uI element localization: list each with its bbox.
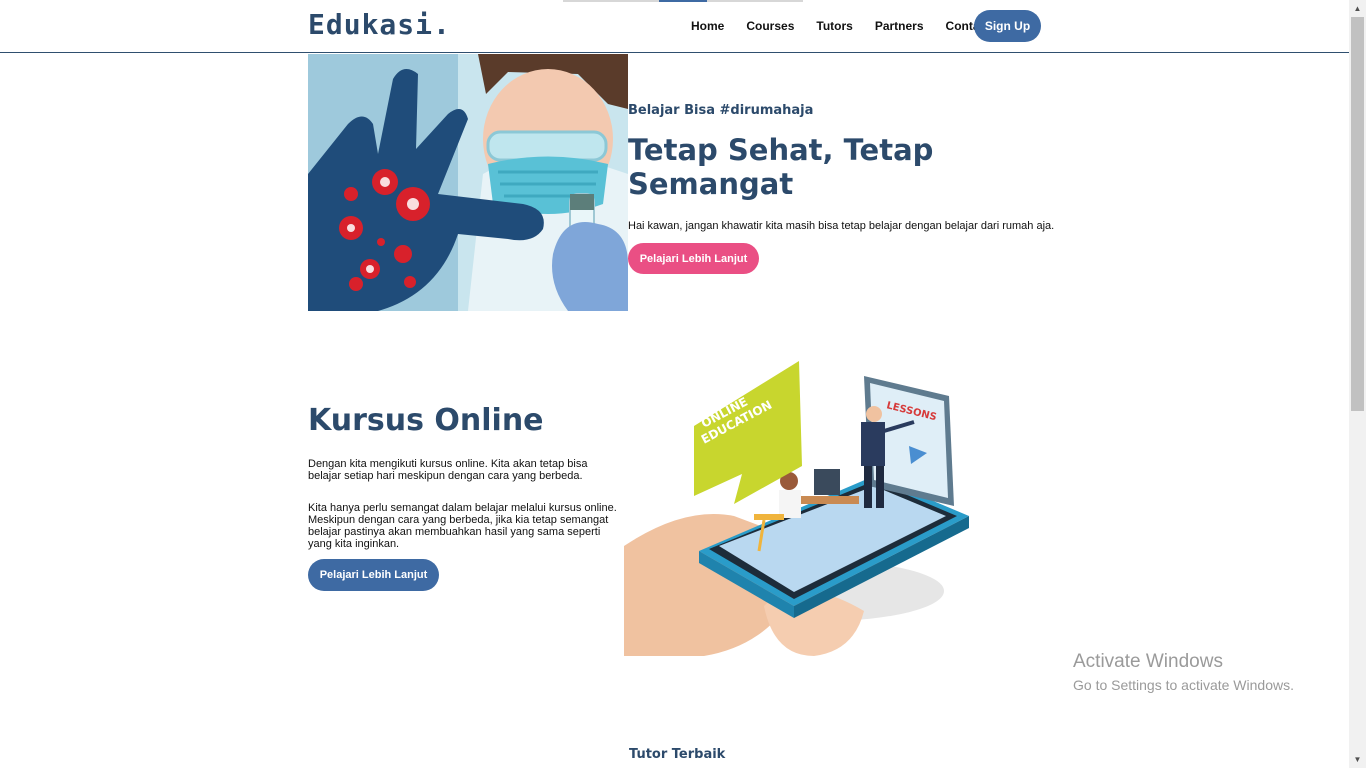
main-nav: Home Courses Tutors Partners Contact	[691, 19, 1012, 33]
activate-windows-title: Activate Windows	[1073, 651, 1223, 672]
online-education-illustration: LESSONS ONLINE EDUCATION	[624, 356, 974, 666]
doctor-virus-illustration	[308, 54, 628, 311]
scrollbar-thumb[interactable]	[1351, 17, 1364, 411]
kursus-learn-more-button[interactable]: Pelajari Lebih Lanjut	[308, 559, 439, 591]
kursus-paragraph-1: Dengan kita mengikuti kursus online. Kit…	[308, 458, 588, 482]
kursus-paragraph-2: Kita hanya perlu semangat dalam belajar …	[308, 502, 617, 550]
scroll-down-arrow-icon[interactable]: ▼	[1349, 751, 1366, 768]
hero-illustration	[308, 54, 628, 311]
nav-link-partners[interactable]: Partners	[875, 19, 924, 33]
nav-link-tutors[interactable]: Tutors	[816, 19, 852, 33]
nav-link-courses[interactable]: Courses	[746, 19, 794, 33]
nav-link-home[interactable]: Home	[691, 19, 724, 33]
tutor-section-heading: Tutor Terbaik	[629, 747, 726, 762]
browser-top-strip	[563, 0, 803, 2]
browser-top-strip-accent	[659, 0, 707, 2]
hero-title: Tetap Sehat, Tetap Semangat	[628, 133, 934, 201]
hero-description: Hai kawan, jangan khawatir kita masih bi…	[628, 220, 1055, 232]
hero-eyebrow: Belajar Bisa #dirumahaja	[628, 103, 814, 118]
navbar: Edukasi. Home Courses Tutors Partners Co…	[0, 0, 1349, 53]
kursus-online-title: Kursus Online	[308, 403, 544, 438]
site-logo[interactable]: Edukasi.	[308, 8, 451, 41]
vertical-scrollbar[interactable]: ▲ ▼	[1349, 0, 1366, 768]
scroll-up-arrow-icon[interactable]: ▲	[1349, 0, 1366, 17]
phone-classroom-illustration: LESSONS ONLINE EDUCATION	[624, 361, 969, 656]
activate-windows-subtitle: Go to Settings to activate Windows.	[1073, 677, 1294, 693]
signup-button[interactable]: Sign Up	[974, 10, 1041, 42]
page: Edukasi. Home Courses Tutors Partners Co…	[0, 0, 1349, 768]
hero-learn-more-button[interactable]: Pelajari Lebih Lanjut	[628, 243, 759, 274]
